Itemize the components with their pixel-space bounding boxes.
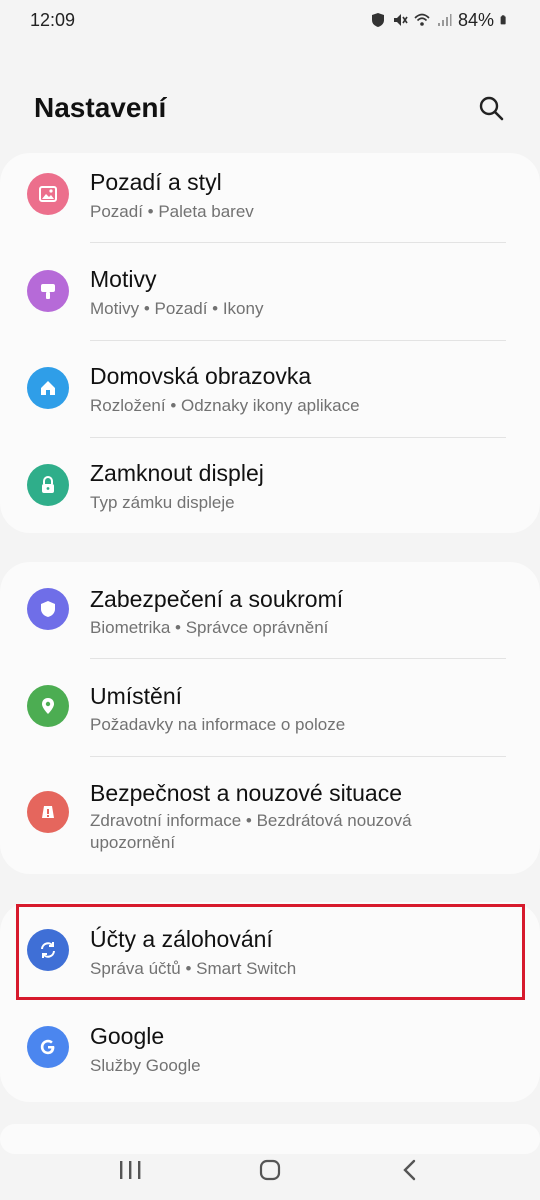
settings-item-label: Bezpečnost a nouzové situace	[90, 780, 402, 806]
shield-icon	[27, 588, 69, 630]
location-pin-icon	[27, 685, 69, 727]
settings-item-label: Domovská obrazovka	[90, 363, 312, 389]
battery-percent: 84%	[457, 9, 494, 30]
emergency-icon	[27, 791, 69, 833]
settings-item-home-screen[interactable]: Domovská obrazovka Rozložení • Odznaky i…	[0, 347, 540, 444]
settings-item-subtitle: Rozložení • Odznaky ikony aplikace	[90, 396, 360, 415]
settings-item-security-privacy[interactable]: Zabezpečení a soukromí Biometrika • Sprá…	[0, 562, 540, 659]
settings-item-label: Zamknout displej	[90, 460, 264, 486]
settings-group-1: Pozadí a styl Pozadí • Paleta barev Moti…	[0, 153, 540, 533]
back-icon	[403, 1159, 416, 1181]
home-button[interactable]	[250, 1150, 290, 1190]
lock-icon	[27, 464, 69, 506]
recent-apps-icon	[120, 1161, 141, 1179]
settings-item-subtitle: Zdravotní informace • Bezdrátová nouzová…	[90, 811, 412, 852]
divider	[90, 437, 506, 438]
search-icon	[479, 96, 504, 121]
home-icon	[27, 367, 69, 409]
wallpaper-icon	[27, 173, 69, 215]
settings-item-safety-emergency[interactable]: Bezpečnost a nouzové situace Zdravotní i…	[0, 756, 540, 874]
battery-icon	[500, 15, 506, 25]
settings-item-subtitle: Služby Google	[90, 1056, 201, 1075]
divider	[90, 242, 506, 243]
page-title: Nastavení	[34, 92, 167, 123]
settings-item-subtitle: Biometrika • Správce oprávnění	[90, 618, 329, 637]
palette-brush-icon	[27, 270, 69, 312]
signal-icon	[437, 14, 452, 26]
settings-item-themes[interactable]: Motivy Motivy • Pozadí • Ikony	[0, 250, 540, 347]
page-header: Nastavení	[0, 76, 540, 140]
google-icon	[27, 1026, 69, 1068]
shield-status-icon	[371, 13, 384, 27]
settings-item-wallpaper[interactable]: Pozadí a styl Pozadí • Paleta barev	[0, 153, 540, 250]
mute-icon	[393, 14, 408, 26]
status-bar: 12:09 84%	[0, 0, 540, 40]
settings-item-subtitle: Typ zámku displeje	[90, 493, 235, 512]
back-button[interactable]	[390, 1150, 430, 1190]
settings-item-subtitle: Pozadí • Paleta barev	[90, 202, 254, 221]
status-icons: 84%	[370, 10, 510, 31]
home-nav-icon	[259, 1159, 281, 1181]
settings-item-label: Motivy	[90, 266, 157, 292]
settings-item-google[interactable]: Google Služby Google	[0, 999, 540, 1102]
settings-item-label: Zabezpečení a soukromí	[90, 586, 344, 612]
settings-item-location[interactable]: Umístění Požadavky na informace o poloze	[0, 659, 540, 756]
navigation-bar	[0, 1140, 540, 1200]
settings-item-lock-screen[interactable]: Zamknout displej Typ zámku displeje	[0, 444, 540, 533]
settings-item-label: Umístění	[90, 683, 183, 709]
status-time: 12:09	[30, 9, 76, 30]
settings-group-2: Zabezpečení a soukromí Biometrika • Sprá…	[0, 562, 540, 874]
settings-item-subtitle: Požadavky na informace o poloze	[90, 715, 346, 734]
settings-item-subtitle: Motivy • Pozadí • Ikony	[90, 299, 264, 318]
divider	[90, 340, 506, 341]
highlight-box	[16, 904, 525, 1000]
wifi-icon	[414, 13, 430, 26]
recent-apps-button[interactable]	[110, 1150, 150, 1190]
search-button[interactable]	[474, 91, 508, 125]
settings-item-label: Google	[90, 1023, 165, 1049]
settings-item-label: Pozadí a styl	[90, 169, 222, 195]
